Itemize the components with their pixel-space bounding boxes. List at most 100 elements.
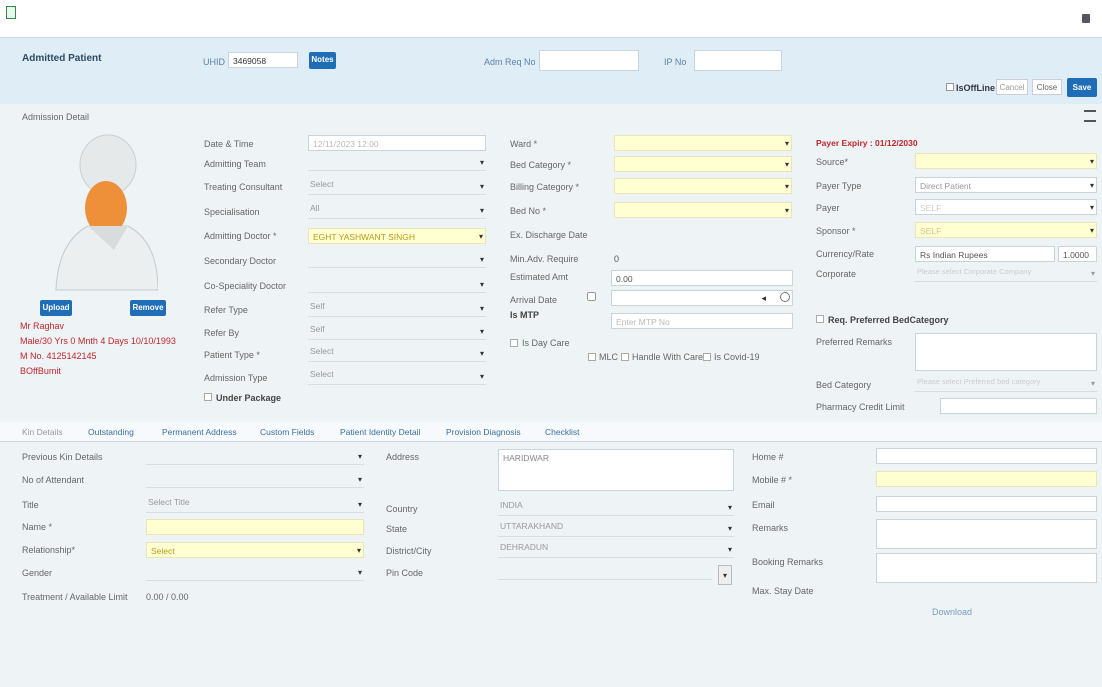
treating-consultant-select[interactable]: Select ▾: [308, 179, 486, 195]
ip-no-input[interactable]: [694, 50, 782, 71]
bed-no-select[interactable]: ▾: [614, 202, 792, 218]
cancel-button[interactable]: Cancel: [996, 79, 1028, 95]
tab-outstanding[interactable]: Outstanding: [88, 427, 134, 437]
patient-avatar: [48, 130, 159, 295]
under-package-checkbox[interactable]: [204, 393, 212, 401]
admitting-team-select[interactable]: ▾: [308, 155, 486, 171]
mlc-checkbox[interactable]: [588, 353, 596, 361]
min-adv-value: 0: [614, 254, 620, 264]
ward-label: Ward *: [510, 139, 538, 149]
co-speciality-select[interactable]: ▾: [308, 277, 486, 293]
tab-provision-diagnosis[interactable]: Provision Diagnosis: [446, 427, 521, 437]
save-button[interactable]: Save: [1067, 78, 1097, 97]
treatment-limit-value: 0.00 / 0.00: [146, 592, 189, 602]
estimated-amt-input[interactable]: 0.00: [611, 270, 793, 286]
district-select[interactable]: DEHRADUN ▾: [498, 542, 734, 558]
top-bar: [0, 0, 1102, 38]
title-select[interactable]: Select Title ▾: [146, 497, 364, 513]
admitting-doctor-label: Admitting Doctor *: [204, 231, 277, 241]
document-icon[interactable]: [6, 6, 16, 19]
booking-remarks-textarea[interactable]: [876, 553, 1097, 583]
secondary-doctor-label: Secondary Doctor: [204, 256, 277, 266]
arrival-date-input[interactable]: ◂: [611, 290, 793, 306]
pin-dropdown-icon[interactable]: ▾: [718, 565, 732, 585]
specialisation-select[interactable]: All ▾: [308, 203, 486, 219]
tab-patient-identity[interactable]: Patient Identity Detail: [340, 427, 420, 437]
treating-consultant-label: Treating Consultant: [204, 182, 283, 192]
is-covid-checkbox[interactable]: [703, 353, 711, 361]
is-mtp-label: Is MTP: [510, 310, 540, 320]
currency-input[interactable]: Rs Indian Rupees: [915, 246, 1055, 262]
req-pref-checkbox[interactable]: [816, 315, 824, 323]
relationship-label: Relationship*: [22, 545, 76, 555]
isoffline-checkbox[interactable]: [946, 83, 954, 91]
home-input[interactable]: [876, 448, 1097, 464]
bed-category-pref-label: Bed Category: [816, 380, 872, 390]
payer-type-select[interactable]: Direct Patient ▾: [915, 177, 1097, 193]
previous-kin-select[interactable]: ▾: [146, 449, 364, 465]
country-select[interactable]: INDIA ▾: [498, 500, 734, 516]
date-time-label: Date & Time: [204, 139, 254, 149]
list-icon[interactable]: [1084, 110, 1096, 122]
adm-req-label: Adm Req No: [484, 57, 536, 67]
min-adv-label: Min.Adv. Require: [510, 254, 579, 264]
refer-by-select[interactable]: Self ▾: [308, 324, 486, 340]
mlc-label: MLC: [599, 352, 619, 362]
admission-type-label: Admission Type: [204, 373, 268, 383]
handle-with-care-label: Handle With Care: [632, 352, 704, 362]
handle-with-care-checkbox[interactable]: [621, 353, 629, 361]
pin-code-input[interactable]: [498, 564, 712, 580]
no-attendant-select[interactable]: ▾: [146, 472, 364, 488]
gender-select[interactable]: ▾: [146, 565, 364, 581]
payer-select[interactable]: SELF ▾: [915, 199, 1097, 215]
clock-icon[interactable]: [780, 292, 790, 302]
address-textarea[interactable]: HARIDWAR: [498, 449, 734, 491]
admission-type-select[interactable]: Select ▾: [308, 369, 486, 385]
name-input[interactable]: [146, 519, 364, 535]
source-select[interactable]: ▾: [915, 153, 1097, 169]
uhid-input[interactable]: 3469058: [228, 52, 298, 68]
sponsor-label: Sponsor *: [816, 226, 856, 236]
bed-category-pref-select[interactable]: Please select Preferred bed category ▾: [915, 376, 1097, 392]
mtp-input[interactable]: Enter MTP No: [611, 313, 793, 329]
state-select[interactable]: UTTARAKHAND ▾: [498, 521, 734, 537]
adm-req-input[interactable]: [539, 50, 639, 71]
email-label: Email: [752, 500, 775, 510]
pharmacy-credit-input[interactable]: [940, 398, 1097, 414]
remove-button[interactable]: Remove: [130, 300, 166, 316]
upload-button[interactable]: Upload: [40, 300, 72, 316]
tab-checklist[interactable]: Checklist: [545, 427, 579, 437]
corporate-select[interactable]: Please select Corporate Company ▾: [915, 266, 1097, 282]
sponsor-select[interactable]: SELF ▾: [915, 222, 1097, 238]
patient-type-select[interactable]: Select ▾: [308, 346, 486, 362]
billing-category-select[interactable]: ▾: [614, 178, 792, 194]
close-button[interactable]: Close: [1032, 79, 1062, 95]
relationship-select[interactable]: Select ▾: [146, 542, 364, 558]
mobile-label: Mobile # *: [752, 475, 793, 485]
date-time-input[interactable]: 12/11/2023 12:00: [308, 135, 486, 151]
patient-name: Mr Raghav: [20, 321, 65, 331]
tab-kin-details[interactable]: Kin Details: [22, 427, 63, 437]
bed-category-select[interactable]: ▾: [614, 156, 792, 172]
download-link[interactable]: Download: [932, 607, 972, 617]
ward-select[interactable]: ▾: [614, 135, 792, 151]
is-day-care-checkbox[interactable]: [510, 339, 518, 347]
preferred-remarks-textarea[interactable]: [915, 333, 1097, 371]
isoffline-label: IsOffLine: [956, 83, 996, 93]
calendar-icon[interactable]: ◂: [761, 293, 766, 304]
secondary-doctor-select[interactable]: ▾: [308, 252, 486, 268]
rate-input[interactable]: 1.0000: [1058, 246, 1097, 262]
remarks-textarea[interactable]: [876, 519, 1097, 549]
notes-button[interactable]: Notes: [309, 52, 336, 69]
mobile-input[interactable]: [876, 471, 1097, 487]
admitting-team-label: Admitting Team: [204, 159, 266, 169]
email-input[interactable]: [876, 496, 1097, 512]
admitting-doctor-select[interactable]: EGHT YASHWANT SINGH ▾: [308, 228, 486, 244]
arrival-date-checkbox[interactable]: [587, 292, 596, 301]
refer-type-select[interactable]: Self ▾: [308, 301, 486, 317]
previous-kin-label: Previous Kin Details: [22, 452, 103, 462]
tab-custom-fields[interactable]: Custom Fields: [260, 427, 314, 437]
tab-permanent-address[interactable]: Permanent Address: [162, 427, 237, 437]
req-pref-label: Req. Preferred BedCategory: [828, 315, 949, 325]
settings-icon[interactable]: [1082, 14, 1090, 23]
